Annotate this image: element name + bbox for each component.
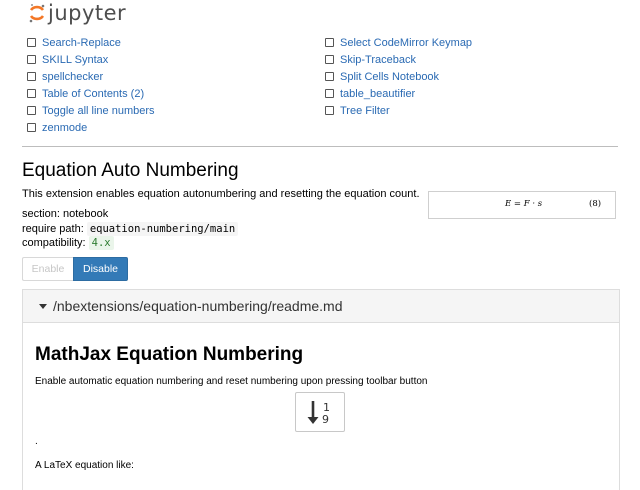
checkbox[interactable] xyxy=(27,123,36,132)
caret-down-icon[interactable] xyxy=(39,303,47,309)
readme-dot: . xyxy=(35,436,38,447)
jupyter-logo[interactable]: jupyter xyxy=(28,1,126,25)
extension-item-table-of-contents[interactable]: Table of Contents (2) xyxy=(26,85,155,102)
checkbox[interactable] xyxy=(27,72,36,81)
svg-text:9: 9 xyxy=(322,413,329,426)
equation-preview-image: E = F · s (8) xyxy=(428,191,616,219)
sort-numeric-asc-icon: 1 9 xyxy=(295,392,345,432)
extension-description: This extension enables equation autonumb… xyxy=(22,188,420,200)
extension-label[interactable]: SKILL Syntax xyxy=(42,54,108,66)
readme-latex-text: A LaTeX equation like: xyxy=(35,460,134,471)
extension-item-table-beautifier[interactable]: table_beautifier xyxy=(324,85,472,102)
extension-label[interactable]: Tree Filter xyxy=(340,105,390,117)
extension-item-zenmode[interactable]: zenmode xyxy=(26,119,155,136)
enable-disable-group: Enable Disable xyxy=(22,257,128,281)
extension-item-spellchecker[interactable]: spellchecker xyxy=(26,68,155,85)
checkbox[interactable] xyxy=(27,89,36,98)
readme-panel: /nbextensions/equation-numbering/readme.… xyxy=(22,289,620,490)
enable-button[interactable]: Enable xyxy=(22,257,73,281)
compatibility-label: compatibility: xyxy=(22,237,86,249)
extension-label[interactable]: table_beautifier xyxy=(340,88,415,100)
extension-item-tree-filter[interactable]: Tree Filter xyxy=(324,102,472,119)
require-path-label: require path: xyxy=(22,223,84,235)
extension-label[interactable]: Split Cells Notebook xyxy=(340,71,439,83)
extension-label[interactable]: zenmode xyxy=(42,122,87,134)
extension-label[interactable]: Toggle all line numbers xyxy=(42,105,155,117)
extension-label[interactable]: Search-Replace xyxy=(42,37,121,49)
checkbox[interactable] xyxy=(27,55,36,64)
require-path-value: equation-numbering/main xyxy=(86,222,239,236)
header: jupyter xyxy=(0,0,640,32)
extension-title: Equation Auto Numbering xyxy=(22,160,239,181)
checkbox[interactable] xyxy=(27,106,36,115)
extension-label[interactable]: Table of Contents (2) xyxy=(42,88,144,100)
checkbox[interactable] xyxy=(325,38,334,47)
extension-compatibility: compatibility: 4.x xyxy=(22,236,114,250)
compatibility-value: 4.x xyxy=(88,236,114,250)
extension-list-right: Select CodeMirror Keymap Skip-Traceback … xyxy=(324,34,472,119)
checkbox[interactable] xyxy=(325,89,334,98)
extension-item-toggle-line-numbers[interactable]: Toggle all line numbers xyxy=(26,102,155,119)
extension-label[interactable]: spellchecker xyxy=(42,71,103,83)
extension-item-search-replace[interactable]: Search-Replace xyxy=(26,34,155,51)
divider xyxy=(22,146,618,147)
extension-section: section: notebook xyxy=(22,208,109,220)
checkbox[interactable] xyxy=(325,106,334,115)
extension-list-left: Search-Replace SKILL Syntax spellchecker… xyxy=(26,34,155,136)
extension-item-skip-traceback[interactable]: Skip-Traceback xyxy=(324,51,472,68)
readme-panel-header[interactable]: /nbextensions/equation-numbering/readme.… xyxy=(23,290,619,323)
jupyter-logo-text: jupyter xyxy=(48,1,127,25)
extension-label[interactable]: Skip-Traceback xyxy=(340,54,416,66)
extension-item-split-cells[interactable]: Split Cells Notebook xyxy=(324,68,472,85)
extension-label[interactable]: Select CodeMirror Keymap xyxy=(340,37,472,49)
disable-button[interactable]: Disable xyxy=(73,257,128,281)
preview-equation: E = F · s xyxy=(505,199,543,209)
checkbox[interactable] xyxy=(325,55,334,64)
readme-path[interactable]: /nbextensions/equation-numbering/readme.… xyxy=(53,298,343,314)
checkbox[interactable] xyxy=(325,72,334,81)
extension-item-skill-syntax[interactable]: SKILL Syntax xyxy=(26,51,155,68)
checkbox[interactable] xyxy=(27,38,36,47)
readme-title: MathJax Equation Numbering xyxy=(35,344,304,365)
extension-require-path: require path: equation-numbering/main xyxy=(22,222,239,236)
readme-description: Enable automatic equation numbering and … xyxy=(35,376,428,387)
jupyter-logo-icon xyxy=(28,2,46,24)
preview-equation-number: (8) xyxy=(589,199,602,209)
extension-item-codemirror-keymap[interactable]: Select CodeMirror Keymap xyxy=(324,34,472,51)
